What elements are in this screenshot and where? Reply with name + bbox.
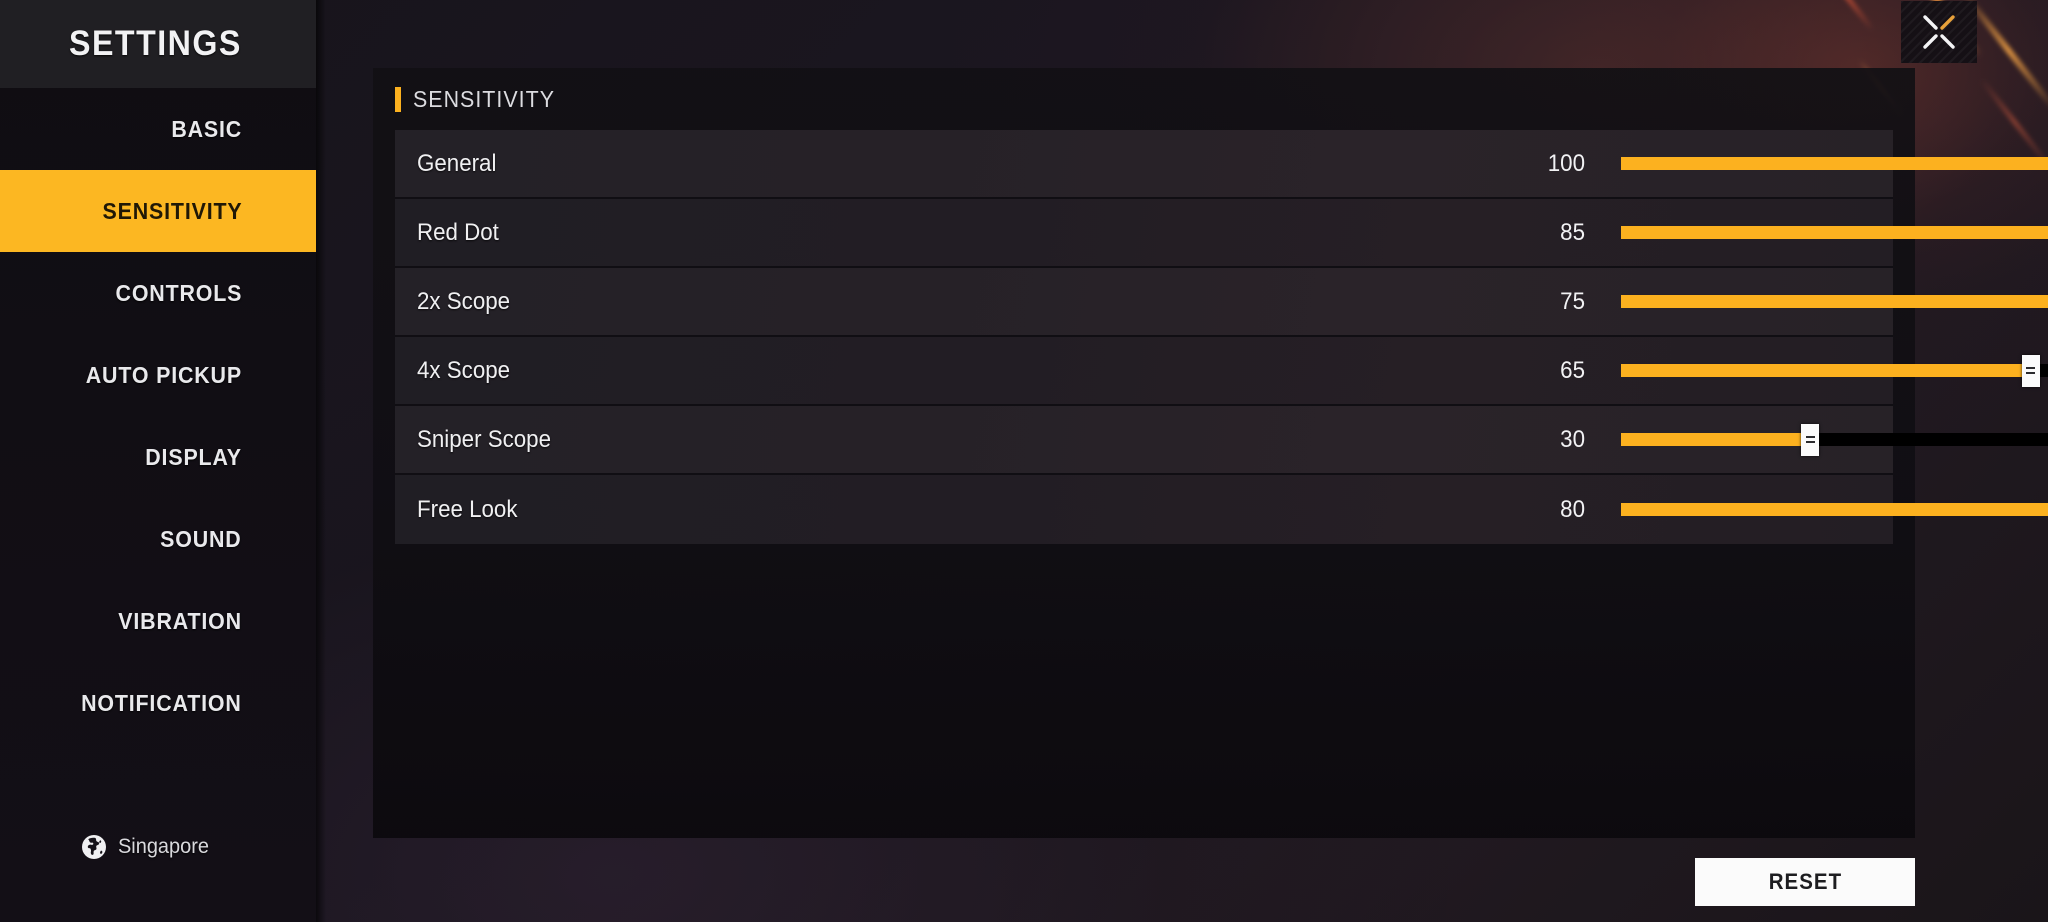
setting-slider[interactable] — [1621, 198, 2048, 267]
setting-label: Red Dot — [417, 218, 499, 246]
sidebar-item-auto-pickup[interactable]: AUTO PICKUP — [0, 334, 316, 416]
setting-slider[interactable] — [1621, 129, 2048, 198]
slider-thumb[interactable] — [1801, 423, 1819, 456]
slider-fill — [1621, 433, 1810, 446]
region-label: Singapore — [118, 835, 210, 858]
content-panel: SENSITIVITY General 100 Red Dot 85 2x Scope 7… — [373, 68, 2048, 838]
slider-fill — [1621, 295, 2048, 308]
sidebar-nav: BASIC SENSITIVITY CONTROLS AUTO PICKUP DISPL… — [0, 88, 316, 744]
sidebar-item-label: VIBRATION — [118, 607, 242, 634]
setting-row: Red Dot 85 — [395, 199, 2048, 268]
setting-slider[interactable] — [1621, 405, 2048, 474]
close-icon — [1923, 15, 1955, 49]
settings-screen: SETTINGS BASIC SENSITIVITY CONTROLS AUTO PI… — [0, 0, 2048, 922]
setting-value: 80 — [1560, 495, 1585, 523]
setting-value: 75 — [1560, 287, 1585, 315]
close-button[interactable] — [1901, 1, 1977, 63]
region-selector[interactable]: Singapore — [0, 834, 316, 860]
sidebar-item-label: AUTO PICKUP — [85, 361, 242, 388]
globe-icon — [82, 835, 107, 859]
sidebar-item-controls[interactable]: CONTROLS — [0, 252, 316, 334]
slider-fill — [1621, 157, 2048, 170]
slider-fill — [1621, 503, 2048, 516]
setting-row: Free Look 80 — [395, 475, 2048, 544]
sidebar-item-notification[interactable]: NOTIFICATION — [0, 662, 316, 744]
setting-label: 4x Scope — [417, 356, 511, 384]
setting-label: General — [417, 149, 497, 177]
page-title: SETTINGS — [69, 24, 242, 63]
sidebar-item-display[interactable]: DISPLAY — [0, 416, 316, 498]
section-title: SENSITIVITY — [413, 86, 555, 112]
sidebar: SETTINGS BASIC SENSITIVITY CONTROLS AUTO PI… — [0, 0, 316, 922]
sidebar-item-label: CONTROLS — [115, 279, 242, 306]
reset-button[interactable]: RESET — [1695, 858, 1915, 906]
sidebar-item-label: SOUND — [160, 525, 242, 552]
setting-label: Free Look — [417, 495, 518, 523]
setting-slider[interactable] — [1621, 267, 2048, 336]
setting-row: 4x Scope 65 — [395, 337, 2048, 406]
thumb-grip-line — [2026, 372, 2035, 375]
thumb-grip-line — [1805, 435, 1815, 438]
settings-header: SETTINGS — [0, 0, 316, 88]
sidebar-item-label: BASIC — [171, 115, 242, 142]
setting-value: 100 — [1547, 149, 1585, 177]
setting-value: 30 — [1560, 425, 1585, 453]
setting-value: 85 — [1560, 218, 1585, 246]
sidebar-item-label: NOTIFICATION — [81, 689, 242, 716]
section-accent-bar — [395, 87, 401, 112]
sidebar-item-basic[interactable]: BASIC — [0, 88, 316, 170]
sidebar-item-sensitivity[interactable]: SENSITIVITY — [0, 170, 316, 252]
thumb-grip-line — [1805, 441, 1815, 444]
sidebar-item-label: DISPLAY — [145, 443, 242, 470]
setting-label: Sniper Scope — [417, 425, 552, 453]
sidebar-divider — [316, 0, 326, 922]
sidebar-item-sound[interactable]: SOUND — [0, 498, 316, 580]
section-header: SENSITIVITY — [395, 86, 566, 113]
setting-row: General 100 — [395, 130, 2048, 199]
sidebar-item-vibration[interactable]: VIBRATION — [0, 580, 316, 662]
slider-fill — [1621, 364, 2031, 377]
setting-row: Sniper Scope 30 — [395, 406, 2048, 475]
reset-button-label: RESET — [1768, 869, 1842, 894]
setting-row: 2x Scope 75 — [395, 268, 2048, 337]
setting-label: 2x Scope — [417, 287, 511, 315]
slider-fill — [1621, 226, 2048, 239]
setting-slider[interactable] — [1621, 336, 2048, 405]
decorative-streak — [1815, 0, 1875, 32]
setting-value: 65 — [1560, 356, 1585, 384]
sidebar-item-label: SENSITIVITY — [102, 197, 242, 224]
sensitivity-list: General 100 Red Dot 85 2x Scope 75 4x Scope 65 S… — [395, 130, 2048, 544]
slider-thumb[interactable] — [2021, 354, 2040, 387]
thumb-grip-line — [2026, 366, 2035, 369]
setting-slider[interactable] — [1621, 475, 2048, 544]
